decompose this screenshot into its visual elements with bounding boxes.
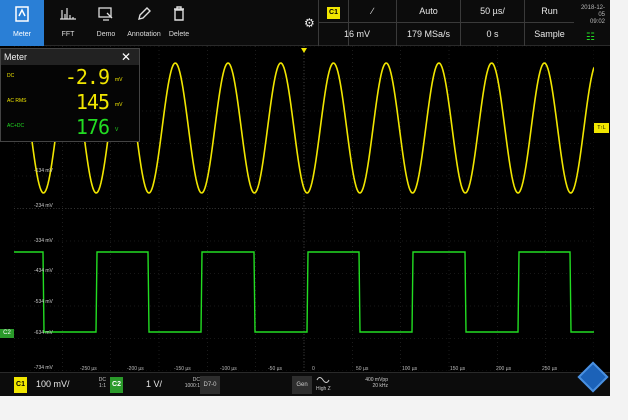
demo-icon	[88, 0, 124, 30]
generator-settings: 400 mVpp 20 kHz	[352, 377, 388, 389]
c1-badge[interactable]: C1	[14, 377, 27, 393]
meter-icon	[0, 0, 44, 30]
close-icon[interactable]: ✕	[121, 49, 131, 65]
fft-icon	[48, 0, 88, 30]
meter-header: Meter ✕	[1, 49, 139, 65]
clock-time: 09:02	[589, 19, 605, 25]
meter-row-value: 145	[75, 90, 110, 114]
meter-row-ac-rms: AC RMS 145 mV	[1, 90, 139, 115]
c1-probe: 1:1	[99, 383, 106, 389]
c2-badge[interactable]: C2	[110, 377, 123, 393]
meter-row-ac-dc: AC+DC 176 V	[1, 115, 139, 140]
clock: 2018-12-05 09:02	[575, 5, 605, 26]
meter-row-name: AC RMS	[7, 98, 27, 104]
clock-date: 2018-12-05	[580, 5, 605, 18]
meter-title: Meter	[4, 52, 28, 62]
y-label: -134 mV	[34, 168, 53, 174]
fft-button[interactable]: FFT	[48, 0, 88, 46]
timebase: 50 µs/	[480, 6, 505, 16]
demo-button[interactable]: Demo	[88, 0, 124, 46]
acquisition-mode: Sample	[534, 29, 565, 39]
meter-row-value: 176	[75, 115, 110, 139]
y-label: -434 mV	[34, 268, 53, 274]
sample-rate: 179 MSa/s	[406, 29, 451, 39]
time-offset: 0 s	[486, 29, 499, 39]
fft-label: FFT	[61, 31, 75, 38]
network-icon: ☷	[586, 32, 595, 43]
meter-label: Meter	[13, 31, 31, 38]
gear-icon[interactable]: ⚙	[304, 16, 315, 30]
delete-button[interactable]: Delete	[164, 0, 194, 46]
meter-panel: Meter ✕ DC -2.9 mV AC RMS 145 mV AC+DC 1…	[0, 48, 140, 142]
generator-frequency: 20 kHz	[372, 383, 388, 389]
meter-row-unit: V	[115, 127, 119, 133]
meter-row-dc: DC -2.9 mV	[1, 65, 139, 90]
y-label: -234 mV	[34, 203, 53, 209]
annotation-button[interactable]: Annotation	[124, 0, 164, 46]
trigger-level-box[interactable]: 16 mV	[318, 0, 396, 46]
meter-row-unit: mV	[115, 77, 123, 83]
acquisition-box[interactable]: Run Sample	[524, 0, 574, 46]
y-label: -334 mV	[34, 238, 53, 244]
timebase-box[interactable]: 50 µs/ 0 s	[460, 0, 524, 46]
c2-coupling-info: DC 1000:1	[176, 377, 200, 389]
digital-channels[interactable]: D7-0	[200, 376, 220, 394]
meter-button[interactable]: Meter	[0, 0, 44, 46]
demo-label: Demo	[96, 31, 116, 38]
meter-row-name: AC+DC	[7, 123, 25, 129]
annotation-label: Annotation	[127, 31, 161, 38]
trigger-mode-box[interactable]: Auto 179 MSa/s	[396, 0, 460, 46]
meter-row-unit: mV	[115, 102, 123, 108]
delete-label: Delete	[168, 31, 190, 38]
y-label: -634 mV	[34, 330, 53, 336]
y-label: -534 mV	[34, 299, 53, 305]
c1-coupling-info: DC 1:1	[92, 377, 106, 389]
trigger-position-marker	[301, 48, 307, 53]
trigger-mode: Auto	[419, 6, 438, 16]
channel-bar: C1 100 mV/ DC 1:1 C2 1 V/ DC 1000:1 D7-0…	[0, 372, 610, 396]
c2-offset-marker[interactable]: C2	[0, 329, 14, 338]
generator-impedance: High Z	[316, 386, 331, 392]
generator-button[interactable]: Gen	[292, 376, 312, 394]
run-state: Run	[541, 6, 558, 16]
meter-row-name: DC	[7, 73, 15, 79]
c1-scale[interactable]: 100 mV/	[36, 379, 70, 389]
y-label: -734 mV	[34, 365, 53, 371]
meter-row-value: -2.9	[64, 65, 110, 89]
generator-wave: High Z	[316, 376, 331, 393]
trigger-level-tag[interactable]: T↑L	[594, 123, 609, 133]
c2-scale[interactable]: 1 V/	[146, 379, 162, 389]
trash-icon	[164, 0, 194, 30]
c2-probe: 1000:1	[184, 383, 200, 389]
toolbar: Meter FFT Demo Annotation Delete ⚙ C1 ∕ …	[0, 0, 610, 46]
sine-wave-icon	[316, 377, 330, 383]
pencil-icon	[124, 0, 164, 30]
trigger-level: 16 mV	[343, 29, 370, 39]
